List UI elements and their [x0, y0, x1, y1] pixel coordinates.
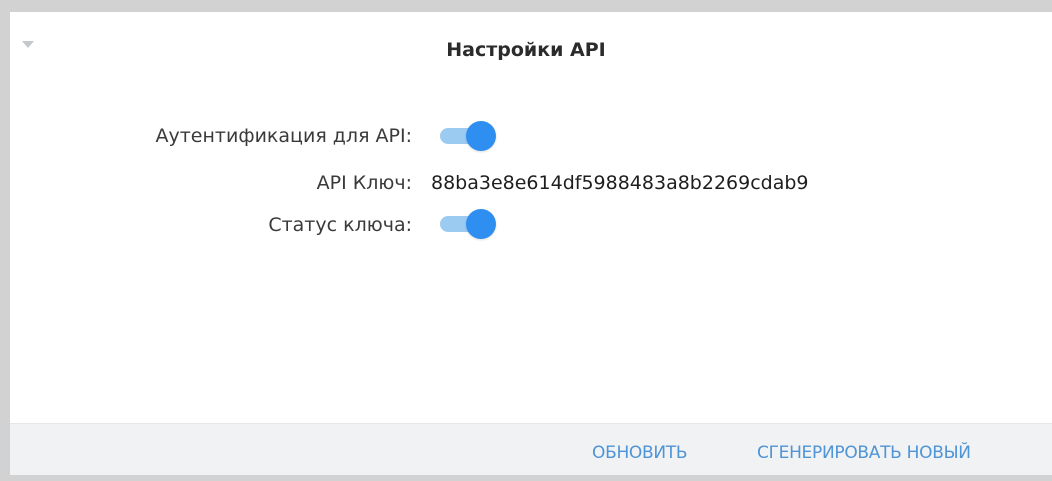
toggle-knob	[466, 121, 496, 151]
api-key-label: API Ключ:	[316, 172, 412, 194]
auth-toggle[interactable]	[436, 121, 496, 151]
toggle-knob	[466, 209, 496, 239]
key-status-label: Статус ключа:	[268, 214, 412, 236]
key-status-toggle[interactable]	[436, 209, 496, 239]
generate-new-button[interactable]: СГЕНЕРИРОВАТЬ НОВЫЙ	[757, 443, 971, 463]
panel-title: Настройки API	[446, 39, 606, 61]
auth-label: Аутентификация для API:	[155, 125, 412, 147]
refresh-button[interactable]: ОБНОВИТЬ	[592, 443, 688, 463]
api-key-value: 88ba3e8e614df5988483a8b2269cdab9	[431, 172, 809, 194]
api-settings-panel	[10, 12, 1052, 474]
